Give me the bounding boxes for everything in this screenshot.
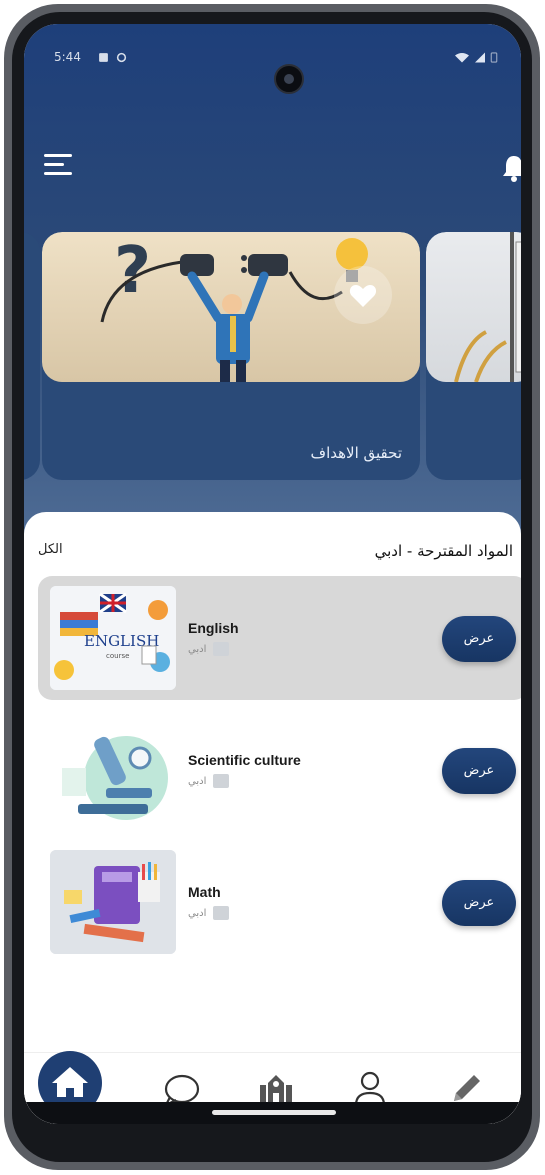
see-all-link[interactable]: الكل	[38, 542, 63, 557]
subject-branch: ادبي	[188, 906, 229, 924]
card-title: تحقيق الاهداف	[310, 444, 402, 462]
notification-bell-icon[interactable]	[498, 152, 521, 184]
app-screen: 5:44 ? تحقيق الاهداف المواد المقترحة - ا…	[24, 24, 521, 1124]
heart-icon	[349, 285, 377, 307]
microscope-illustration	[50, 718, 176, 822]
subjects-sheet: المواد المقترحة - ادبي الكل ENGLISH cour…	[24, 512, 521, 1124]
branch-icon	[212, 906, 229, 920]
math-thumbnail	[50, 850, 176, 954]
menu-button[interactable]	[44, 154, 74, 178]
branch-icon	[212, 642, 229, 656]
branch-label: ادبي	[188, 644, 207, 655]
hero-header: 5:44 ? تحقيق الاهداف	[24, 24, 521, 584]
menu-line	[44, 154, 72, 157]
carousel-card-next[interactable]	[426, 232, 521, 480]
status-time: 5:44	[54, 50, 81, 64]
subject-branch: ادبي	[188, 642, 229, 660]
subject-branch: ادبي	[188, 774, 229, 792]
signal-icon	[475, 52, 485, 63]
wifi-icon	[455, 53, 469, 63]
front-camera	[274, 64, 304, 94]
gesture-bar	[24, 1102, 521, 1124]
menu-line	[44, 163, 64, 166]
card-image	[426, 232, 521, 383]
view-button[interactable]: عرض	[442, 880, 516, 926]
books-illustration	[50, 850, 176, 954]
battery-icon	[490, 52, 498, 63]
card-image: ?	[42, 232, 420, 382]
sim-icon	[99, 53, 108, 62]
carousel-card-prev[interactable]	[24, 232, 40, 480]
subject-name: Math	[188, 884, 221, 900]
english-illustration: ENGLISH course	[50, 586, 176, 690]
carousel-card[interactable]: ? تحقيق الاهداف	[42, 232, 420, 480]
branch-label: ادبي	[188, 908, 207, 919]
status-bar: 5:44	[24, 46, 521, 94]
subject-row-scientific-culture[interactable]: Scientific culture ادبي عرض	[38, 708, 521, 832]
subject-name: Scientific culture	[188, 752, 301, 768]
branch-icon	[212, 774, 229, 788]
english-thumbnail: ENGLISH course	[50, 586, 176, 690]
view-button[interactable]: عرض	[442, 616, 516, 662]
menu-line	[44, 172, 72, 175]
subject-row-math[interactable]: Math ادبي عرض	[38, 840, 521, 964]
sync-icon	[116, 52, 127, 63]
next-card-illustration	[454, 232, 521, 383]
view-button[interactable]: عرض	[442, 748, 516, 794]
home-indicator[interactable]	[212, 1110, 336, 1115]
science-thumbnail	[50, 718, 176, 822]
branch-label: ادبي	[188, 776, 207, 787]
course-thumb-text: course	[106, 652, 129, 660]
section-title: المواد المقترحة - ادبي	[374, 542, 513, 560]
favorite-button[interactable]	[334, 266, 392, 324]
subject-name: English	[188, 620, 239, 636]
subject-row-english[interactable]: ENGLISH course English ادبي عرض	[38, 576, 521, 700]
